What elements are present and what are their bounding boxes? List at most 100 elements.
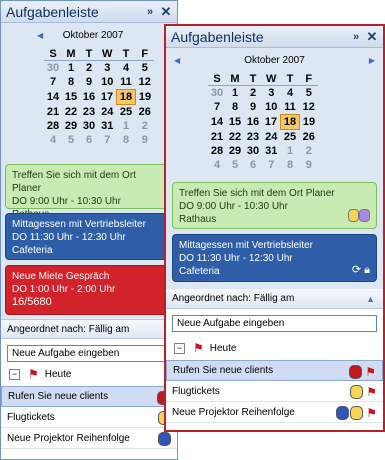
calendar-day[interactable]: 26 — [136, 105, 155, 120]
calendar-day[interactable]: 21 — [208, 130, 226, 145]
appointment-card[interactable]: Treffen Sie sich mit dem Ort Planer DO 9… — [5, 164, 173, 220]
calendar-day[interactable]: 28 — [44, 119, 62, 133]
calendar-day[interactable]: 9 — [244, 100, 262, 115]
calendar-day[interactable]: 7 — [262, 158, 281, 172]
calendar-day[interactable]: 22 — [62, 105, 80, 120]
calendar-day[interactable]: 7 — [98, 133, 117, 147]
calendar-day[interactable]: 1 — [226, 86, 244, 101]
calendar-day[interactable]: 9 — [300, 158, 319, 172]
appointment-card[interactable]: Mittagessen mit Vertriebsleiter DO 11:30… — [5, 213, 173, 260]
calendar-day[interactable]: 16 — [80, 90, 98, 105]
calendar-day[interactable]: 2 — [136, 119, 155, 133]
task-row[interactable]: Rufen Sie neue clients — [1, 386, 177, 407]
calendar-day[interactable]: 30 — [208, 86, 226, 101]
close-icon[interactable]: ✕ — [364, 29, 380, 45]
calendar-day[interactable]: 4 — [44, 133, 62, 147]
flag-icon[interactable]: ⚑ — [366, 406, 377, 420]
calendar-day[interactable]: 4 — [281, 86, 300, 101]
calendar-day-today[interactable]: 18 — [116, 89, 136, 105]
calendar-day[interactable]: 5 — [226, 158, 244, 172]
task-row[interactable]: Neue Projektor Reihenfolge ⚑ — [166, 402, 383, 423]
calendar-day[interactable]: 2 — [300, 144, 319, 158]
expand-icon[interactable]: » — [142, 6, 158, 18]
calendar-day[interactable]: 26 — [300, 130, 319, 145]
appointment-card[interactable]: Treffen Sie sich mit dem Ort Planer DO 9… — [172, 182, 377, 229]
calendar-day[interactable]: 2 — [80, 61, 98, 76]
calendar-day[interactable]: 1 — [117, 119, 136, 133]
calendar-day[interactable]: 19 — [300, 115, 319, 130]
calendar-day[interactable]: 8 — [62, 75, 80, 90]
calendar-day[interactable]: 14 — [44, 90, 62, 105]
task-row[interactable]: Neue Projektor Reihenfolge — [1, 428, 177, 449]
calendar-day[interactable]: 19 — [136, 90, 155, 105]
category-icon[interactable] — [158, 432, 171, 446]
flag-icon[interactable]: ⚑ — [365, 365, 376, 379]
category-icon[interactable] — [350, 385, 364, 399]
calendar-day[interactable]: 29 — [62, 119, 80, 133]
calendar-day[interactable]: 3 — [262, 86, 281, 101]
calendar-day[interactable]: 21 — [44, 105, 62, 120]
calendar-day[interactable]: 30 — [244, 144, 262, 158]
calendar-day[interactable]: 24 — [98, 105, 117, 120]
calendar-day[interactable]: 23 — [80, 105, 98, 120]
calendar-day[interactable]: 14 — [208, 115, 226, 130]
calendar-day[interactable]: 9 — [80, 75, 98, 90]
task-row[interactable]: Flugtickets — [1, 407, 177, 428]
task-row[interactable]: Rufen Sie neue clients ⚑ — [166, 360, 383, 381]
sort-arrow-icon[interactable]: ▲ — [366, 294, 375, 304]
category-icon[interactable] — [359, 208, 370, 222]
back-sort-bar[interactable]: Angeordnet nach: Fällig am — [1, 319, 177, 339]
calendar-day[interactable]: 17 — [98, 90, 117, 105]
calendar-day[interactable]: 12 — [136, 75, 155, 90]
calendar-day[interactable]: 3 — [98, 61, 117, 76]
calendar-day[interactable]: 12 — [300, 100, 319, 115]
calendar-day[interactable]: 7 — [208, 100, 226, 115]
calendar-day[interactable]: 25 — [117, 105, 136, 120]
appointment-card[interactable]: Mittagessen mit Vertriebsleiter DO 11:30… — [172, 234, 377, 282]
calendar-day[interactable]: 30 — [80, 119, 98, 133]
calendar-day[interactable]: 11 — [281, 100, 300, 115]
calendar-day[interactable]: 8 — [117, 133, 136, 147]
front-new-task-input[interactable]: Neue Aufgabe eingeben — [172, 315, 377, 332]
calendar-day[interactable]: 15 — [62, 90, 80, 105]
close-icon[interactable]: ✕ — [158, 4, 174, 20]
calendar-day[interactable]: 8 — [226, 100, 244, 115]
calendar-day[interactable]: 4 — [117, 61, 136, 76]
flag-icon[interactable]: ⚑ — [366, 385, 377, 399]
collapse-icon[interactable]: − — [9, 368, 20, 380]
calendar-day[interactable]: 24 — [262, 130, 281, 145]
calendar-day[interactable]: 10 — [98, 75, 117, 90]
calendar-day[interactable]: 30 — [44, 61, 62, 76]
calendar-day[interactable]: 7 — [44, 75, 62, 90]
category-icon[interactable] — [348, 208, 359, 222]
calendar-day[interactable]: 6 — [244, 158, 262, 172]
calendar-day[interactable]: 31 — [262, 144, 281, 158]
calendar-day[interactable]: 11 — [117, 75, 136, 90]
front-sort-bar[interactable]: Angeordnet nach: Fällig am ▲ — [166, 289, 383, 309]
calendar-day[interactable]: 1 — [62, 61, 80, 76]
calendar-day[interactable]: 5 — [62, 133, 80, 147]
calendar-day[interactable]: 28 — [208, 144, 226, 158]
calendar-day[interactable]: 1 — [281, 144, 300, 158]
calendar-day[interactable]: 23 — [244, 130, 262, 145]
task-row[interactable]: Flugtickets ⚑ — [166, 381, 383, 402]
calendar-day[interactable]: 17 — [262, 115, 281, 130]
calendar-day[interactable]: 25 — [281, 130, 300, 145]
calendar-day[interactable]: 6 — [80, 133, 98, 147]
category-icon[interactable] — [350, 406, 364, 420]
calendar-day[interactable]: 5 — [300, 86, 319, 101]
calendar-day[interactable]: 2 — [244, 86, 262, 101]
calendar-day[interactable]: 16 — [244, 115, 262, 130]
category-icon[interactable] — [336, 406, 350, 420]
calendar-day[interactable]: 15 — [226, 115, 244, 130]
calendar-day[interactable]: 9 — [136, 133, 155, 147]
calendar-day[interactable]: 29 — [226, 144, 244, 158]
expand-icon[interactable]: » — [348, 31, 364, 43]
calendar-day[interactable]: 4 — [208, 158, 226, 172]
calendar-day[interactable]: 31 — [98, 119, 117, 133]
calendar-day[interactable]: 22 — [226, 130, 244, 145]
back-new-task-input[interactable]: Neue Aufgabe eingeben — [7, 345, 171, 362]
calendar-day[interactable]: 5 — [136, 61, 155, 76]
calendar-day[interactable]: 8 — [281, 158, 300, 172]
appointment-card[interactable]: Neue Miete Gespräch DO 1:00 Uhr - 2:00 U… — [5, 265, 173, 315]
